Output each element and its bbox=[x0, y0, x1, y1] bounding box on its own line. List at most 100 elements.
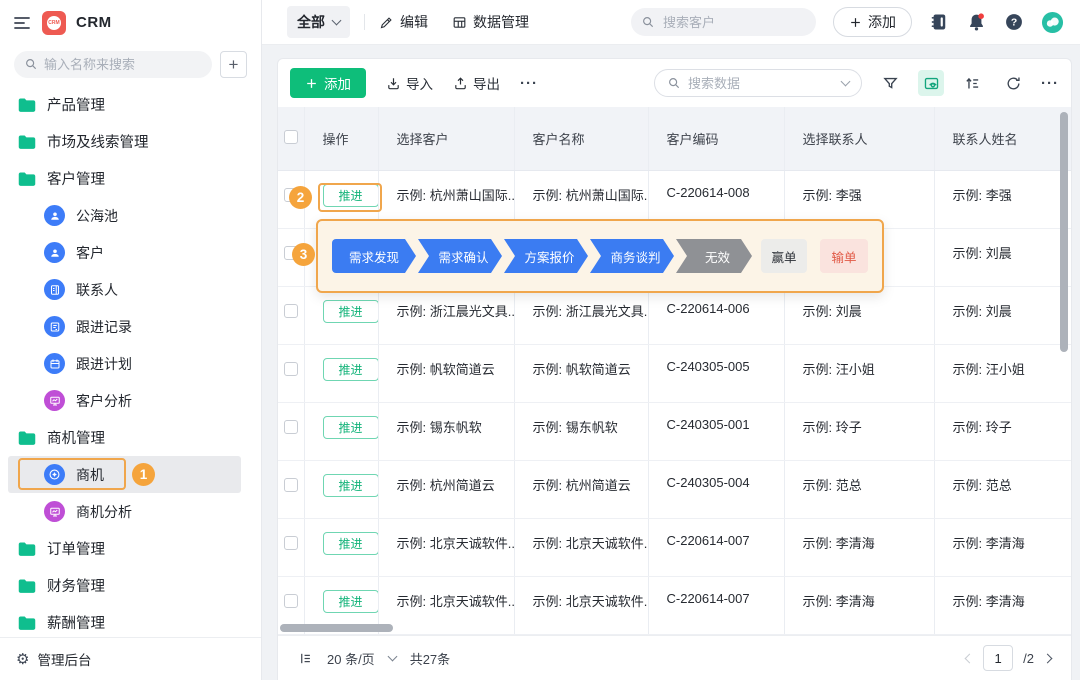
cell-contact: 示例: 刘晨 bbox=[784, 286, 934, 344]
row-checkbox[interactable] bbox=[284, 304, 298, 318]
sidebar-add-button[interactable]: + bbox=[220, 51, 247, 78]
cell-customer: 示例: 浙江晨光文具... bbox=[378, 286, 514, 344]
col-action: 操作 bbox=[304, 107, 378, 170]
sidebar-item-customer-management[interactable]: 客户管理 bbox=[0, 160, 261, 197]
advance-stage-button[interactable]: 推进 bbox=[323, 532, 379, 555]
advance-stage-button[interactable]: 推进 bbox=[323, 416, 379, 439]
sidebar-item-followup-plans[interactable]: 跟进计划 bbox=[0, 345, 261, 382]
sidebar-item-customers[interactable]: 客户 bbox=[0, 234, 261, 271]
public-pool-icon bbox=[44, 205, 65, 226]
table-row: 推进 示例: 帆软简道云 示例: 帆软简道云 C-240305-005 示例: … bbox=[278, 344, 1071, 402]
gear-icon: ⚙ bbox=[16, 650, 29, 668]
next-page-icon[interactable] bbox=[1043, 653, 1053, 663]
win-order-button[interactable]: 赢单 bbox=[761, 239, 807, 273]
customer-search-input[interactable] bbox=[631, 8, 816, 36]
stage-need-discovery[interactable]: 需求发现 bbox=[332, 239, 416, 273]
sidebar-item-product-management[interactable]: 产品管理 bbox=[0, 86, 261, 123]
stage-quotation[interactable]: 方案报价 bbox=[504, 239, 588, 273]
main-area: 全部 编辑 数据管理 添加 bbox=[262, 0, 1080, 680]
stage-invalid[interactable]: 无效 bbox=[676, 239, 752, 273]
cell-customer: 示例: 锡东帆软 bbox=[378, 402, 514, 460]
row-checkbox[interactable] bbox=[284, 420, 298, 434]
help-icon[interactable]: ? bbox=[1004, 12, 1024, 32]
workbench-icon[interactable] bbox=[929, 12, 949, 32]
sidebar-item-order-management[interactable]: 订单管理 bbox=[0, 530, 261, 567]
table-row: 推进 示例: 杭州简道云 示例: 杭州简道云 C-240305-004 示例: … bbox=[278, 460, 1071, 518]
advance-stage-button[interactable]: 推进 bbox=[323, 358, 379, 381]
advance-stage-button[interactable]: 推进 bbox=[323, 184, 379, 207]
horizontal-scrollbar[interactable] bbox=[280, 624, 393, 632]
row-checkbox[interactable] bbox=[284, 594, 298, 608]
page-size-label[interactable]: 20 条/页 bbox=[327, 649, 375, 668]
sidebar-item-contacts[interactable]: 联系人 bbox=[0, 271, 261, 308]
cell-customer: 示例: 北京天诚软件... bbox=[378, 518, 514, 576]
add-record-button[interactable]: 添加 bbox=[290, 68, 366, 98]
collapse-sidebar-icon[interactable] bbox=[14, 16, 32, 30]
folder-open-icon bbox=[18, 171, 36, 187]
record-icon bbox=[44, 316, 65, 337]
row-checkbox[interactable] bbox=[284, 362, 298, 376]
annotation-box-1 bbox=[18, 458, 126, 490]
search-icon bbox=[24, 57, 38, 71]
sidebar-item-opportunities[interactable]: 商机 1 bbox=[8, 456, 241, 493]
sidebar-item-public-pool[interactable]: 公海池 bbox=[0, 197, 261, 234]
admin-backend[interactable]: ⚙ 管理后台 bbox=[0, 637, 261, 680]
sidebar-item-opportunity-management[interactable]: 商机管理 bbox=[0, 419, 261, 456]
table-row: 推进 示例: 浙江晨光文具... 示例: 浙江晨光文具... C-220614-… bbox=[278, 286, 1071, 344]
stage-need-confirm[interactable]: 需求确认 bbox=[418, 239, 502, 273]
cell-contact: 示例: 玲子 bbox=[784, 402, 934, 460]
sort-structure-icon bbox=[964, 75, 981, 92]
refresh-icon bbox=[1005, 75, 1022, 92]
data-search-input[interactable] bbox=[688, 76, 835, 91]
scope-dropdown[interactable]: 全部 bbox=[287, 6, 350, 38]
chevron-down-icon[interactable] bbox=[387, 651, 397, 661]
sidebar-search-row: + bbox=[0, 45, 261, 86]
sidebar-item-finance-management[interactable]: 财务管理 bbox=[0, 567, 261, 604]
col-customer-code: 客户编码 bbox=[648, 107, 784, 170]
prev-page-icon[interactable] bbox=[965, 653, 975, 663]
export-button[interactable]: 导出 bbox=[453, 73, 500, 93]
edit-button[interactable]: 编辑 bbox=[379, 12, 428, 32]
cell-contact-name: 示例: 汪小姐 bbox=[934, 344, 1071, 402]
toolbar-more-right-button[interactable]: ··· bbox=[1041, 75, 1059, 92]
annotation-step-2: 2 bbox=[289, 186, 312, 209]
data-manage-button[interactable]: 数据管理 bbox=[452, 12, 529, 32]
data-card: 添加 导入 导出 ··· bbox=[277, 58, 1072, 680]
stage-negotiation[interactable]: 商务谈判 bbox=[590, 239, 674, 273]
sidebar-item-salary-management[interactable]: 薪酬管理 bbox=[0, 604, 261, 637]
sidebar-item-customer-analysis[interactable]: 客户分析 bbox=[0, 382, 261, 419]
cell-code: C-240305-001 bbox=[648, 402, 784, 460]
table-row: 推进 示例: 北京天诚软件... 示例: 北京天诚软件... C-220614-… bbox=[278, 518, 1071, 576]
sidebar-search-input[interactable] bbox=[14, 51, 212, 78]
cell-code: C-220614-007 bbox=[648, 576, 784, 634]
lose-order-button[interactable]: 输单 bbox=[820, 239, 868, 273]
row-checkbox[interactable] bbox=[284, 536, 298, 550]
notification-bell-icon[interactable] bbox=[966, 12, 987, 33]
page-size-icon bbox=[298, 651, 313, 666]
topbar-add-button[interactable]: 添加 bbox=[833, 7, 912, 37]
col-select-customer: 选择客户 bbox=[378, 107, 514, 170]
avatar[interactable] bbox=[1041, 11, 1064, 34]
sidebar-item-market-leads[interactable]: 市场及线索管理 bbox=[0, 123, 261, 160]
toolbar-more-button[interactable]: ··· bbox=[520, 75, 538, 92]
cell-name: 示例: 北京天诚软件... bbox=[514, 518, 648, 576]
row-checkbox[interactable] bbox=[284, 478, 298, 492]
card-view-button[interactable] bbox=[918, 70, 944, 96]
row-structure-button[interactable] bbox=[959, 70, 985, 96]
refresh-button[interactable] bbox=[1000, 70, 1026, 96]
search-icon bbox=[641, 15, 655, 29]
advance-stage-button[interactable]: 推进 bbox=[323, 300, 379, 323]
page-number-input[interactable] bbox=[983, 645, 1013, 671]
import-button[interactable]: 导入 bbox=[386, 73, 433, 93]
filter-button[interactable] bbox=[877, 70, 903, 96]
advance-stage-button[interactable]: 推进 bbox=[323, 590, 379, 613]
select-all-checkbox[interactable] bbox=[284, 130, 298, 144]
advance-stage-button[interactable]: 推进 bbox=[323, 474, 379, 497]
sidebar-item-followup-records[interactable]: 跟进记录 bbox=[0, 308, 261, 345]
cell-code: C-240305-004 bbox=[648, 460, 784, 518]
app-title: CRM bbox=[76, 14, 112, 31]
chevron-down-icon[interactable] bbox=[841, 76, 851, 86]
calendar-icon bbox=[44, 353, 65, 374]
vertical-scrollbar[interactable] bbox=[1060, 112, 1068, 352]
sidebar-item-opportunity-analysis[interactable]: 商机分析 bbox=[0, 493, 261, 530]
